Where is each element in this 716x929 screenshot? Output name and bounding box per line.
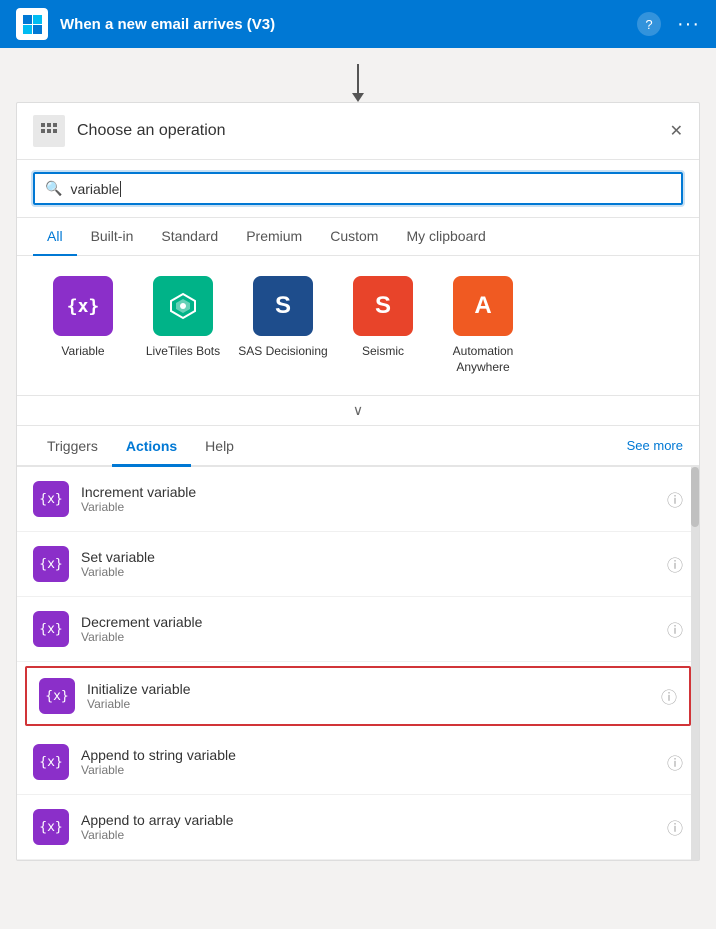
tab-standard[interactable]: Standard: [147, 218, 232, 256]
operation-panel: Choose an operation ✕ 🔍 variable All Bui…: [16, 102, 700, 861]
action-icon-append-array: {x}: [33, 809, 69, 845]
filter-tabs: All Built-in Standard Premium Custom My …: [17, 218, 699, 256]
arrow-down-icon: [357, 64, 359, 94]
action-sub-initialize: Variable: [87, 697, 661, 711]
variable-label: Variable: [61, 344, 104, 360]
actions-scroll-wrapper: {x} Increment variable Variable ⓘ {x} Se…: [17, 467, 699, 860]
livetilebots-label: LiveTiles Bots: [146, 344, 220, 360]
info-icon-append-string[interactable]: ⓘ: [667, 750, 683, 774]
action-sub-decrement: Variable: [81, 630, 667, 644]
subtab-triggers[interactable]: Triggers: [33, 426, 112, 467]
action-text-append-array: Append to array variable Variable: [81, 812, 667, 842]
search-box[interactable]: 🔍 variable: [33, 172, 683, 205]
sas-icon-box: S: [253, 276, 313, 336]
top-bar: When a new email arrives (V3) ? ···: [0, 0, 716, 48]
connector-arrow: [0, 48, 716, 102]
variable-icon-box: {x}: [53, 276, 113, 336]
seismic-label: Seismic: [362, 344, 404, 360]
icon-sas[interactable]: S SAS Decisioning: [233, 276, 333, 375]
livetilebots-icon-box: [153, 276, 213, 336]
help-icon[interactable]: ?: [637, 12, 661, 36]
action-text-initialize: Initialize variable Variable: [87, 681, 661, 711]
action-sub-append-array: Variable: [81, 828, 667, 842]
action-icon-increment: {x}: [33, 481, 69, 517]
action-increment-variable[interactable]: {x} Increment variable Variable ⓘ: [17, 467, 699, 532]
action-text-set: Set variable Variable: [81, 549, 667, 579]
close-icon[interactable]: ✕: [670, 121, 683, 141]
chevron-down-icon: ∨: [353, 402, 363, 419]
action-sub-append-string: Variable: [81, 763, 667, 777]
icon-livetilebots[interactable]: LiveTiles Bots: [133, 276, 233, 375]
icons-grid: {x} Variable LiveTiles Bots S SAS Decisi…: [17, 256, 699, 396]
actions-list: {x} Increment variable Variable ⓘ {x} Se…: [17, 467, 699, 860]
icon-automation-anywhere[interactable]: A Automation Anywhere: [433, 276, 533, 375]
scrollbar-thumb[interactable]: [691, 467, 699, 527]
automation-anywhere-label: Automation Anywhere: [433, 344, 533, 375]
panel-title: Choose an operation: [77, 122, 670, 140]
action-name-set: Set variable: [81, 549, 667, 565]
info-icon-append-array[interactable]: ⓘ: [667, 815, 683, 839]
tab-builtin[interactable]: Built-in: [77, 218, 148, 256]
subtab-help[interactable]: Help: [191, 426, 248, 467]
action-name-increment: Increment variable: [81, 484, 667, 500]
info-icon-set[interactable]: ⓘ: [667, 552, 683, 576]
action-text-increment: Increment variable Variable: [81, 484, 667, 514]
action-set-variable[interactable]: {x} Set variable Variable ⓘ: [17, 532, 699, 597]
action-append-string-variable[interactable]: {x} Append to string variable Variable ⓘ: [17, 730, 699, 795]
info-icon-decrement[interactable]: ⓘ: [667, 617, 683, 641]
top-bar-actions: ? ···: [637, 12, 700, 36]
action-name-append-string: Append to string variable: [81, 747, 667, 763]
action-name-decrement: Decrement variable: [81, 614, 667, 630]
search-icon: 🔍: [45, 180, 62, 197]
action-icon-initialize: {x}: [39, 678, 75, 714]
action-append-array-variable[interactable]: {x} Append to array variable Variable ⓘ: [17, 795, 699, 860]
action-name-append-array: Append to array variable: [81, 812, 667, 828]
action-name-initialize: Initialize variable: [87, 681, 661, 697]
sas-label: SAS Decisioning: [238, 344, 327, 360]
tab-custom[interactable]: Custom: [316, 218, 392, 256]
panel-header: Choose an operation ✕: [17, 103, 699, 160]
sub-tabs: Triggers Actions Help See more: [17, 426, 699, 467]
action-icon-decrement: {x}: [33, 611, 69, 647]
tab-all[interactable]: All: [33, 218, 77, 256]
search-cursor: [120, 181, 121, 197]
tab-my-clipboard[interactable]: My clipboard: [392, 218, 499, 256]
action-icon-set: {x}: [33, 546, 69, 582]
automation-anywhere-icon-box: A: [453, 276, 513, 336]
more-icon[interactable]: ···: [677, 13, 700, 36]
action-decrement-variable[interactable]: {x} Decrement variable Variable ⓘ: [17, 597, 699, 662]
action-sub-set: Variable: [81, 565, 667, 579]
app-icon: [16, 8, 48, 40]
see-more-link[interactable]: See more: [627, 438, 683, 453]
action-icon-append-string: {x}: [33, 744, 69, 780]
search-input[interactable]: variable: [70, 181, 119, 197]
panel-header-icon: [33, 115, 65, 147]
action-sub-increment: Variable: [81, 500, 667, 514]
search-container: 🔍 variable: [17, 160, 699, 218]
seismic-icon-box: S: [353, 276, 413, 336]
icon-seismic[interactable]: S Seismic: [333, 276, 433, 375]
scrollbar-track: [691, 467, 699, 860]
subtab-actions[interactable]: Actions: [112, 426, 191, 467]
tab-premium[interactable]: Premium: [232, 218, 316, 256]
info-icon-increment[interactable]: ⓘ: [667, 487, 683, 511]
icon-variable[interactable]: {x} Variable: [33, 276, 133, 375]
action-initialize-variable[interactable]: {x} Initialize variable Variable ⓘ: [25, 666, 691, 726]
action-text-decrement: Decrement variable Variable: [81, 614, 667, 644]
top-bar-title: When a new email arrives (V3): [60, 16, 637, 33]
info-icon-initialize[interactable]: ⓘ: [661, 684, 677, 708]
action-text-append-string: Append to string variable Variable: [81, 747, 667, 777]
collapse-button[interactable]: ∨: [17, 396, 699, 426]
